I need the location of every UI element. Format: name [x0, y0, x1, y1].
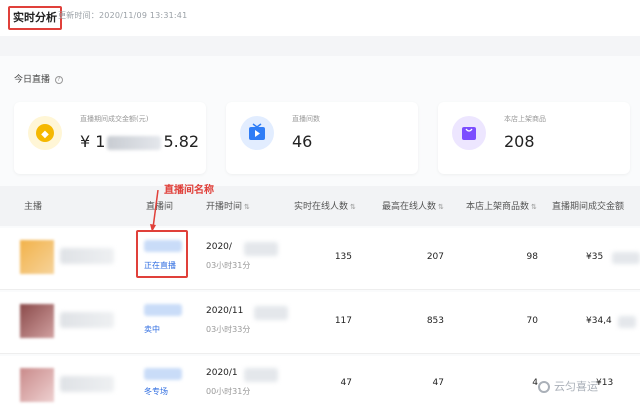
blurred-value: [612, 252, 640, 264]
col-items[interactable]: 本店上架商品数 ⇅: [466, 199, 537, 212]
tv-play-icon: [240, 116, 274, 150]
avatar: [20, 368, 54, 402]
col-online[interactable]: 实时在线人数 ⇅: [294, 199, 356, 212]
tab-realtime-analysis[interactable]: 实时分析: [8, 6, 62, 30]
shopping-bag-icon: [452, 116, 486, 150]
blurred-value: [244, 368, 278, 382]
update-time: 更新时间：2020/11/09 13:31:41: [58, 11, 188, 20]
metric-value-suffix: 5.82: [163, 132, 200, 151]
annotation-highlight-box: [136, 230, 188, 278]
anchor-name: [60, 376, 114, 392]
live-status: 冬专场: [144, 387, 168, 396]
peak-count: 207: [426, 252, 444, 262]
peak-count: 853: [426, 316, 444, 326]
gmv-value: ¥13: [596, 378, 614, 388]
table-row[interactable]: 正在直播 2020/ 03小时31分 135 207 98 ¥35: [0, 228, 640, 290]
start-time: 2020/1: [206, 368, 238, 378]
metric-label: 本店上架商品: [504, 115, 546, 123]
coin-icon: ◆: [28, 116, 62, 150]
question-circle-icon[interactable]: ?: [54, 75, 63, 84]
col-gmv[interactable]: 直播期间成交金额: [552, 199, 624, 212]
annotation-arrow-icon: [150, 190, 159, 232]
start-time: 2020/11: [206, 306, 244, 316]
anchor-name: [60, 312, 114, 328]
anchor-name: [60, 248, 114, 264]
watermark: 云匀喜运: [538, 378, 598, 394]
metric-label: 直播间数: [292, 115, 320, 123]
items-count: 70: [526, 316, 538, 326]
col-peak[interactable]: 最高在线人数 ⇅: [382, 199, 444, 212]
sort-icon: ⇅: [350, 203, 356, 211]
svg-text:◆: ◆: [41, 129, 49, 140]
metric-value: 46: [292, 132, 313, 151]
blurred-value: [254, 306, 288, 320]
metric-value: 208: [504, 132, 535, 151]
table-header: 主播 直播间 开播时间 ⇅ 实时在线人数 ⇅ 最高在线人数 ⇅ 本店上架商品数 ⇅ 直播…: [0, 186, 640, 226]
start-time: 2020/: [206, 242, 232, 252]
online-count: 117: [334, 316, 352, 326]
peak-count: 47: [432, 378, 444, 388]
gmv-value: ¥34,4: [586, 316, 612, 326]
metric-label: 直播期间成交金额(元): [80, 115, 149, 123]
col-start-time[interactable]: 开播时间 ⇅: [206, 199, 250, 212]
section-title-text: 今日直播: [14, 75, 51, 85]
live-status: 卖中: [144, 325, 160, 334]
metric-value: ¥ 1 5.82: [80, 132, 199, 151]
sort-icon: ⇅: [438, 203, 444, 211]
col-anchor: 主播: [24, 202, 43, 212]
sort-icon: ⇅: [244, 203, 250, 211]
top-bar: 实时分析 更新时间：2020/11/09 13:31:41: [0, 0, 640, 36]
sort-icon: ⇅: [531, 203, 537, 211]
items-count: 4: [532, 378, 538, 388]
metric-value-prefix: ¥ 1: [80, 132, 106, 151]
online-count: 135: [334, 252, 352, 262]
section-title: 今日直播 ?: [14, 72, 63, 85]
online-count: 47: [340, 378, 352, 388]
avatar: [20, 304, 54, 338]
metric-card-products: 本店上架商品 208: [438, 102, 630, 174]
room-name[interactable]: [144, 304, 182, 316]
blurred-value: [618, 316, 636, 328]
table-row[interactable]: 卖中 2020/11 03小时33分 117 853 70 ¥34,4: [0, 292, 640, 354]
items-count: 98: [526, 252, 538, 262]
avatar: [20, 240, 54, 274]
watermark-text: 云匀喜运: [554, 380, 598, 393]
duration: 03小时31分: [206, 261, 251, 270]
gmv-value: ¥35: [586, 252, 604, 262]
watermark-logo-icon: [538, 381, 550, 393]
blurred-value: [244, 242, 278, 256]
metric-card-gmv: ◆ 直播期间成交金额(元) ¥ 1 5.82: [14, 102, 206, 174]
duration: 00小时31分: [206, 387, 251, 396]
blurred-value: [107, 135, 162, 150]
metric-card-rooms: 直播间数 46: [226, 102, 418, 174]
room-name[interactable]: [144, 368, 182, 380]
duration: 03小时33分: [206, 325, 251, 334]
annotation-label: 直播间名称: [164, 185, 214, 196]
